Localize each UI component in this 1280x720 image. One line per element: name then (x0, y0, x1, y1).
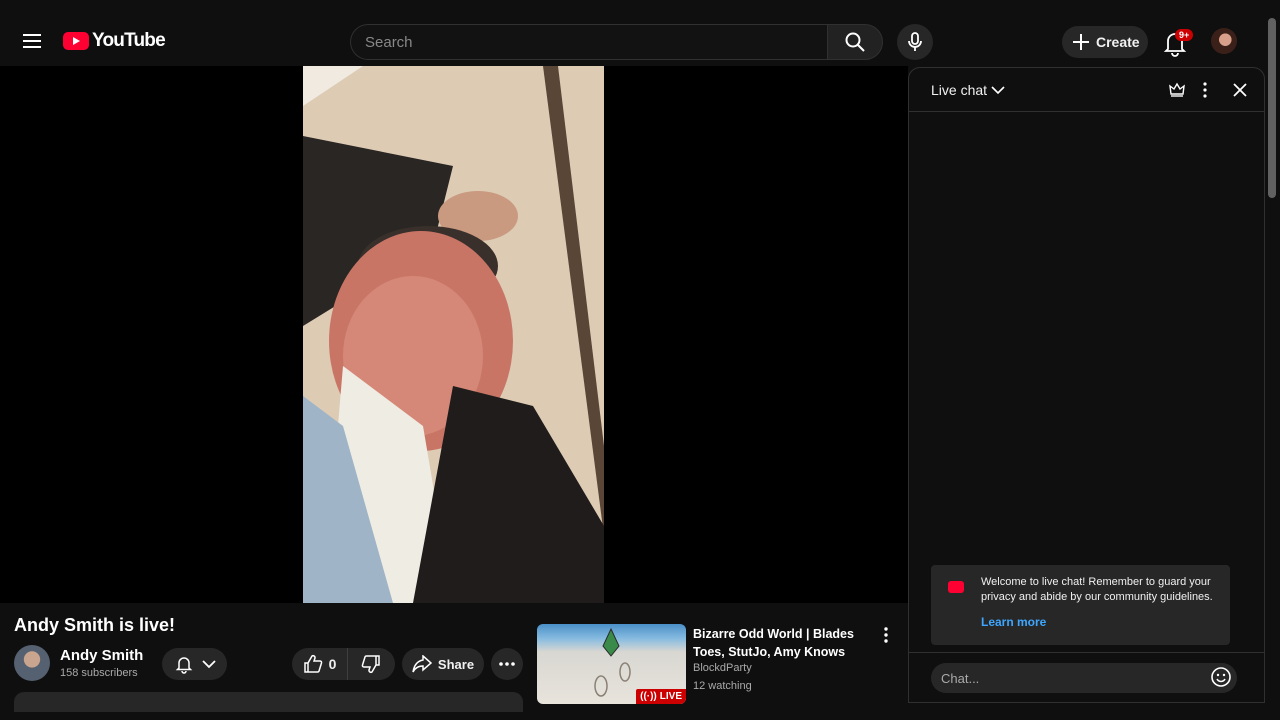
video-frame[interactable] (303, 66, 604, 603)
description-box[interactable] (14, 692, 523, 712)
share-button[interactable]: Share (402, 648, 484, 680)
related-video-title[interactable]: Bizarre Odd World | Blades Toes, StutJo,… (693, 625, 868, 661)
like-dislike-group: 0 (292, 648, 395, 680)
close-icon[interactable] (1231, 81, 1249, 99)
bell-icon (175, 657, 192, 674)
live-chat-mode-dropdown[interactable]: Live chat (931, 82, 1005, 98)
share-label: Share (437, 656, 475, 672)
video-title: Andy Smith is live! (14, 615, 176, 635)
welcome-text: Welcome to live chat! Remember to guard … (981, 576, 1213, 603)
live-chat-panel: Live chat Welcome to live chat! Remember… (908, 67, 1265, 703)
microphone-icon (908, 32, 922, 51)
live-badge: ((·)) LIVE (636, 689, 686, 704)
chevron-down-icon (991, 86, 1005, 95)
live-chat-header: Live chat (909, 68, 1264, 112)
plus-icon (1073, 34, 1089, 50)
menu-icon[interactable] (16, 25, 48, 57)
emoji-icon[interactable] (1210, 666, 1232, 688)
related-video-channel[interactable]: BlockdParty (693, 662, 752, 674)
related-video-thumbnail[interactable]: ((·)) LIVE (537, 624, 686, 704)
subscription-notify-button[interactable] (162, 648, 227, 680)
notification-badge: 9+ (1175, 29, 1194, 41)
voice-search-button[interactable] (897, 24, 933, 60)
chat-welcome-message: Welcome to live chat! Remember to guard … (931, 565, 1230, 645)
more-actions-button[interactable] (491, 648, 523, 680)
more-vertical-icon (884, 627, 888, 643)
live-stream-image (303, 66, 604, 603)
chat-input-area (909, 652, 1264, 704)
more-vertical-icon[interactable] (1196, 81, 1214, 99)
thumbs-up-icon (303, 654, 322, 673)
youtube-play-icon (948, 581, 964, 593)
channel-name[interactable]: Andy Smith (60, 647, 143, 664)
dislike-button[interactable] (348, 648, 394, 680)
logo-text: YouTube (92, 30, 166, 51)
search-input[interactable] (365, 33, 814, 51)
search-button[interactable] (827, 24, 883, 60)
thumbs-down-icon (361, 655, 380, 674)
top-header: YouTube Create 9+ (0, 0, 1280, 66)
create-label: Create (1096, 34, 1140, 50)
youtube-play-icon (63, 32, 89, 50)
page-scrollbar[interactable] (1268, 18, 1276, 198)
live-broadcast-icon: ((·)) (640, 691, 657, 702)
search-box (350, 24, 828, 60)
channel-avatar[interactable] (14, 645, 50, 681)
crown-icon[interactable] (1168, 81, 1186, 99)
search-icon (845, 32, 865, 52)
learn-more-link[interactable]: Learn more (981, 615, 1046, 629)
chat-input[interactable] (941, 670, 1227, 686)
like-count: 0 (328, 656, 337, 672)
related-video-menu-button[interactable] (877, 626, 895, 644)
youtube-logo[interactable]: YouTube (63, 30, 166, 52)
live-badge-label: LIVE (659, 691, 682, 702)
chevron-down-icon (201, 660, 216, 669)
subscriber-count: 158 subscribers (60, 667, 138, 679)
more-horizontal-icon (499, 662, 515, 666)
share-arrow-icon (412, 655, 432, 673)
account-avatar[interactable] (1211, 28, 1237, 54)
chat-input-box (931, 663, 1237, 693)
live-chat-title: Live chat (931, 82, 988, 98)
create-button[interactable]: Create (1062, 26, 1148, 58)
related-video-watching: 12 watching (693, 680, 752, 692)
like-button[interactable]: 0 (292, 648, 348, 680)
